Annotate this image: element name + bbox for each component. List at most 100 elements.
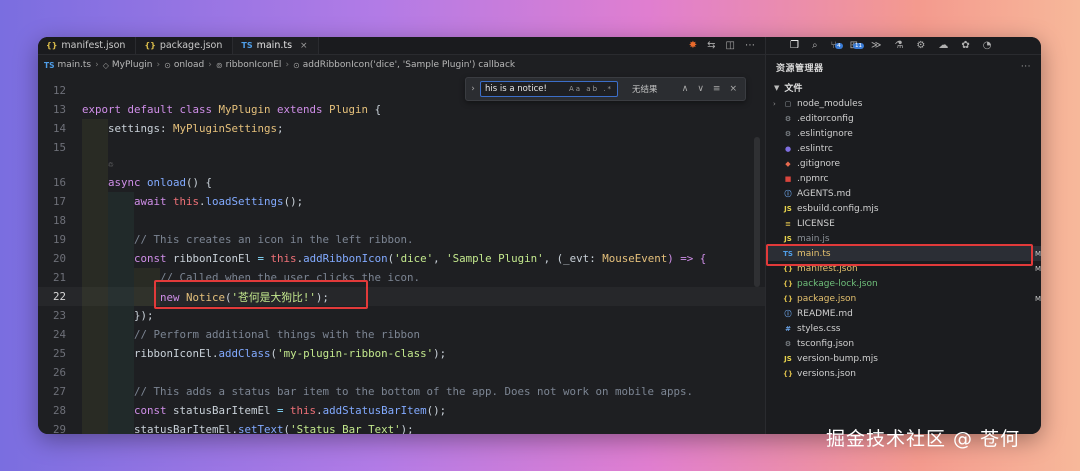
docker-icon[interactable]: ☁ bbox=[938, 40, 948, 51]
tree-item-label: LICENSE bbox=[797, 218, 835, 229]
line-number: 28 bbox=[52, 404, 66, 417]
info-icon: ⓘ bbox=[784, 189, 792, 198]
breadcrumb: TS main.ts › ◇ MyPlugin › ⊙ onload › ⊚ r… bbox=[38, 55, 765, 75]
npm-icon: ■ bbox=[784, 174, 792, 183]
tree-item-agents-md[interactable]: ⓘ AGENTS.md bbox=[766, 186, 1041, 201]
code-line: 27 // This adds a status bar item to the… bbox=[38, 382, 765, 401]
find-options-icons[interactable]: Aa ab .* bbox=[569, 85, 613, 93]
codelens-line: ♲ bbox=[38, 157, 765, 173]
explorer-title-text: 资源管理器 bbox=[776, 63, 824, 74]
highlight-box bbox=[766, 244, 1033, 266]
explorer-icon[interactable]: ❐ bbox=[790, 40, 799, 51]
sparkle-icon[interactable]: ✸ bbox=[689, 40, 697, 51]
code-text: export default class MyPlugin extends Pl… bbox=[82, 103, 382, 116]
breadcrumb-item-method[interactable]: onload bbox=[174, 60, 204, 70]
tree-item-gitignore[interactable]: ◆ .gitignore bbox=[766, 156, 1041, 171]
selection-icon[interactable]: ≡ bbox=[713, 84, 721, 94]
tree-item-version-bump[interactable]: JS version-bump.mjs bbox=[766, 351, 1041, 366]
tree-item-package-lock-json[interactable]: {} package-lock.json bbox=[766, 276, 1041, 291]
tree-item-versions-json[interactable]: {} versions.json bbox=[766, 366, 1041, 381]
tree-item-editorconfig[interactable]: ⚙ .editorconfig bbox=[766, 111, 1041, 126]
code-text: async onload() { bbox=[108, 176, 213, 189]
css-file-icon: # bbox=[785, 324, 791, 333]
tree-item-package-json[interactable]: {} package.json M bbox=[766, 291, 1041, 306]
tree-item-label: AGENTS.md bbox=[797, 188, 851, 199]
tab-main-ts[interactable]: TS main.ts × bbox=[233, 37, 319, 54]
close-icon[interactable]: × bbox=[729, 84, 737, 94]
more-icon[interactable]: ⋯ bbox=[745, 40, 755, 51]
chevron-right-icon: › bbox=[285, 60, 290, 70]
compare-icon[interactable]: ⇆ bbox=[707, 40, 715, 51]
code-comment: // Perform additional things with the ri… bbox=[134, 328, 421, 341]
gear-icon: ⚙ bbox=[784, 114, 792, 123]
line-number: 20 bbox=[52, 252, 66, 265]
tree-item-npmrc[interactable]: ■ .npmrc bbox=[766, 171, 1041, 186]
info-icon: ⓘ bbox=[784, 309, 792, 318]
json-file-icon: {} bbox=[46, 41, 58, 50]
folder-icon: ▢ bbox=[784, 99, 792, 108]
code-text: const statusBarItemEl = this.addStatusBa… bbox=[134, 404, 447, 417]
chevron-right-icon: › bbox=[773, 99, 776, 108]
line-number: 15 bbox=[52, 141, 66, 154]
files-section-header[interactable]: ▼ 文件 bbox=[766, 79, 1041, 96]
source-control-icon[interactable]: ⑂ 4 bbox=[831, 40, 843, 51]
testing-icon[interactable]: ⚗ bbox=[894, 40, 903, 51]
accounts-icon[interactable]: ✿ bbox=[961, 40, 969, 51]
line-number: 24 bbox=[52, 328, 66, 341]
code-line: 24 // Perform additional things with the… bbox=[38, 325, 765, 344]
code-line: 13 export default class MyPlugin extends… bbox=[38, 100, 765, 119]
git-icon: ◆ bbox=[785, 159, 791, 168]
arrow-down-icon[interactable]: ∨ bbox=[697, 84, 704, 94]
tree-item-node-modules[interactable]: › ▢ node_modules bbox=[766, 96, 1041, 111]
search-icon[interactable]: ⌕ bbox=[812, 40, 818, 51]
json-file-icon: {} bbox=[783, 369, 793, 378]
ts-file-icon: TS bbox=[44, 60, 55, 70]
method-icon: ⊙ bbox=[293, 60, 300, 70]
remote-icon[interactable]: ≫ bbox=[871, 40, 881, 51]
editor-scrollbar[interactable] bbox=[754, 97, 760, 427]
code-text: }); bbox=[134, 309, 154, 322]
tab-manifest-json[interactable]: {} manifest.json bbox=[38, 37, 137, 54]
json-file-icon: {} bbox=[783, 279, 793, 288]
sidebar-activity-bar: ❐ ⌕ ⑂4 ⊞11 ≫ ⚗ ⚙ ☁ ✿ ◔ bbox=[766, 37, 1041, 55]
tree-item-esbuild-config[interactable]: JS esbuild.config.mjs bbox=[766, 201, 1041, 216]
scrollbar-thumb[interactable] bbox=[754, 137, 760, 287]
code-comment: // This creates an icon in the left ribb… bbox=[134, 233, 414, 246]
breadcrumb-item-class[interactable]: MyPlugin bbox=[112, 60, 153, 70]
arrow-up-icon[interactable]: ∧ bbox=[682, 84, 689, 94]
tree-item-styles-css[interactable]: # styles.css bbox=[766, 321, 1041, 336]
find-nav: ∧ ∨ ≡ × bbox=[682, 84, 745, 94]
find-input[interactable]: his is a notice! Aa ab .* bbox=[480, 81, 618, 97]
breadcrumb-item-file[interactable]: main.ts bbox=[58, 60, 92, 70]
close-icon[interactable]: × bbox=[300, 41, 308, 51]
chat-icon[interactable]: ◔ bbox=[983, 40, 992, 51]
tree-item-eslintrc[interactable]: ● .eslintrc bbox=[766, 141, 1041, 156]
extensions-icon[interactable]: ⊞11 bbox=[850, 40, 864, 51]
breadcrumb-item-callback[interactable]: addRibbonIcon('dice', 'Sample Plugin') c… bbox=[303, 60, 515, 70]
code-comment: // This adds a status bar item to the bo… bbox=[134, 385, 694, 398]
tree-item-license[interactable]: ≡ LICENSE bbox=[766, 216, 1041, 231]
tab-package-json[interactable]: {} package.json bbox=[136, 37, 234, 54]
watermark: 掘金技术社区 @ 苍何 bbox=[826, 428, 1021, 450]
tab-label: main.ts bbox=[256, 40, 293, 51]
split-editor-icon[interactable]: ◫ bbox=[726, 40, 735, 51]
tree-item-tsconfig-json[interactable]: ⚙ tsconfig.json bbox=[766, 336, 1041, 351]
code-area[interactable]: 12 13 export default class MyPlugin exte… bbox=[38, 81, 765, 434]
tree-item-eslintignore[interactable]: ⚙ .eslintignore bbox=[766, 126, 1041, 141]
line-number: 14 bbox=[52, 122, 66, 135]
codelens[interactable]: ♲ bbox=[108, 160, 119, 170]
tab-label: package.json bbox=[159, 40, 223, 51]
more-icon[interactable]: ··· bbox=[1021, 62, 1031, 72]
code-line: 26 bbox=[38, 363, 765, 382]
tree-item-label: README.md bbox=[797, 308, 853, 319]
debug-icon[interactable]: ⚙ bbox=[916, 40, 925, 51]
line-number: 29 bbox=[52, 423, 66, 434]
line-number: 21 bbox=[52, 271, 66, 284]
js-file-icon: JS bbox=[784, 204, 792, 213]
tab-bar: {} manifest.json {} package.json TS main… bbox=[38, 37, 765, 55]
tree-item-readme-md[interactable]: ⓘ README.md bbox=[766, 306, 1041, 321]
breadcrumb-item-variable[interactable]: ribbonIconEl bbox=[226, 60, 282, 70]
code-text: await this.loadSettings(); bbox=[134, 195, 304, 208]
chevron-right-icon[interactable]: › bbox=[466, 84, 480, 94]
tree-item-label: .gitignore bbox=[797, 158, 841, 169]
